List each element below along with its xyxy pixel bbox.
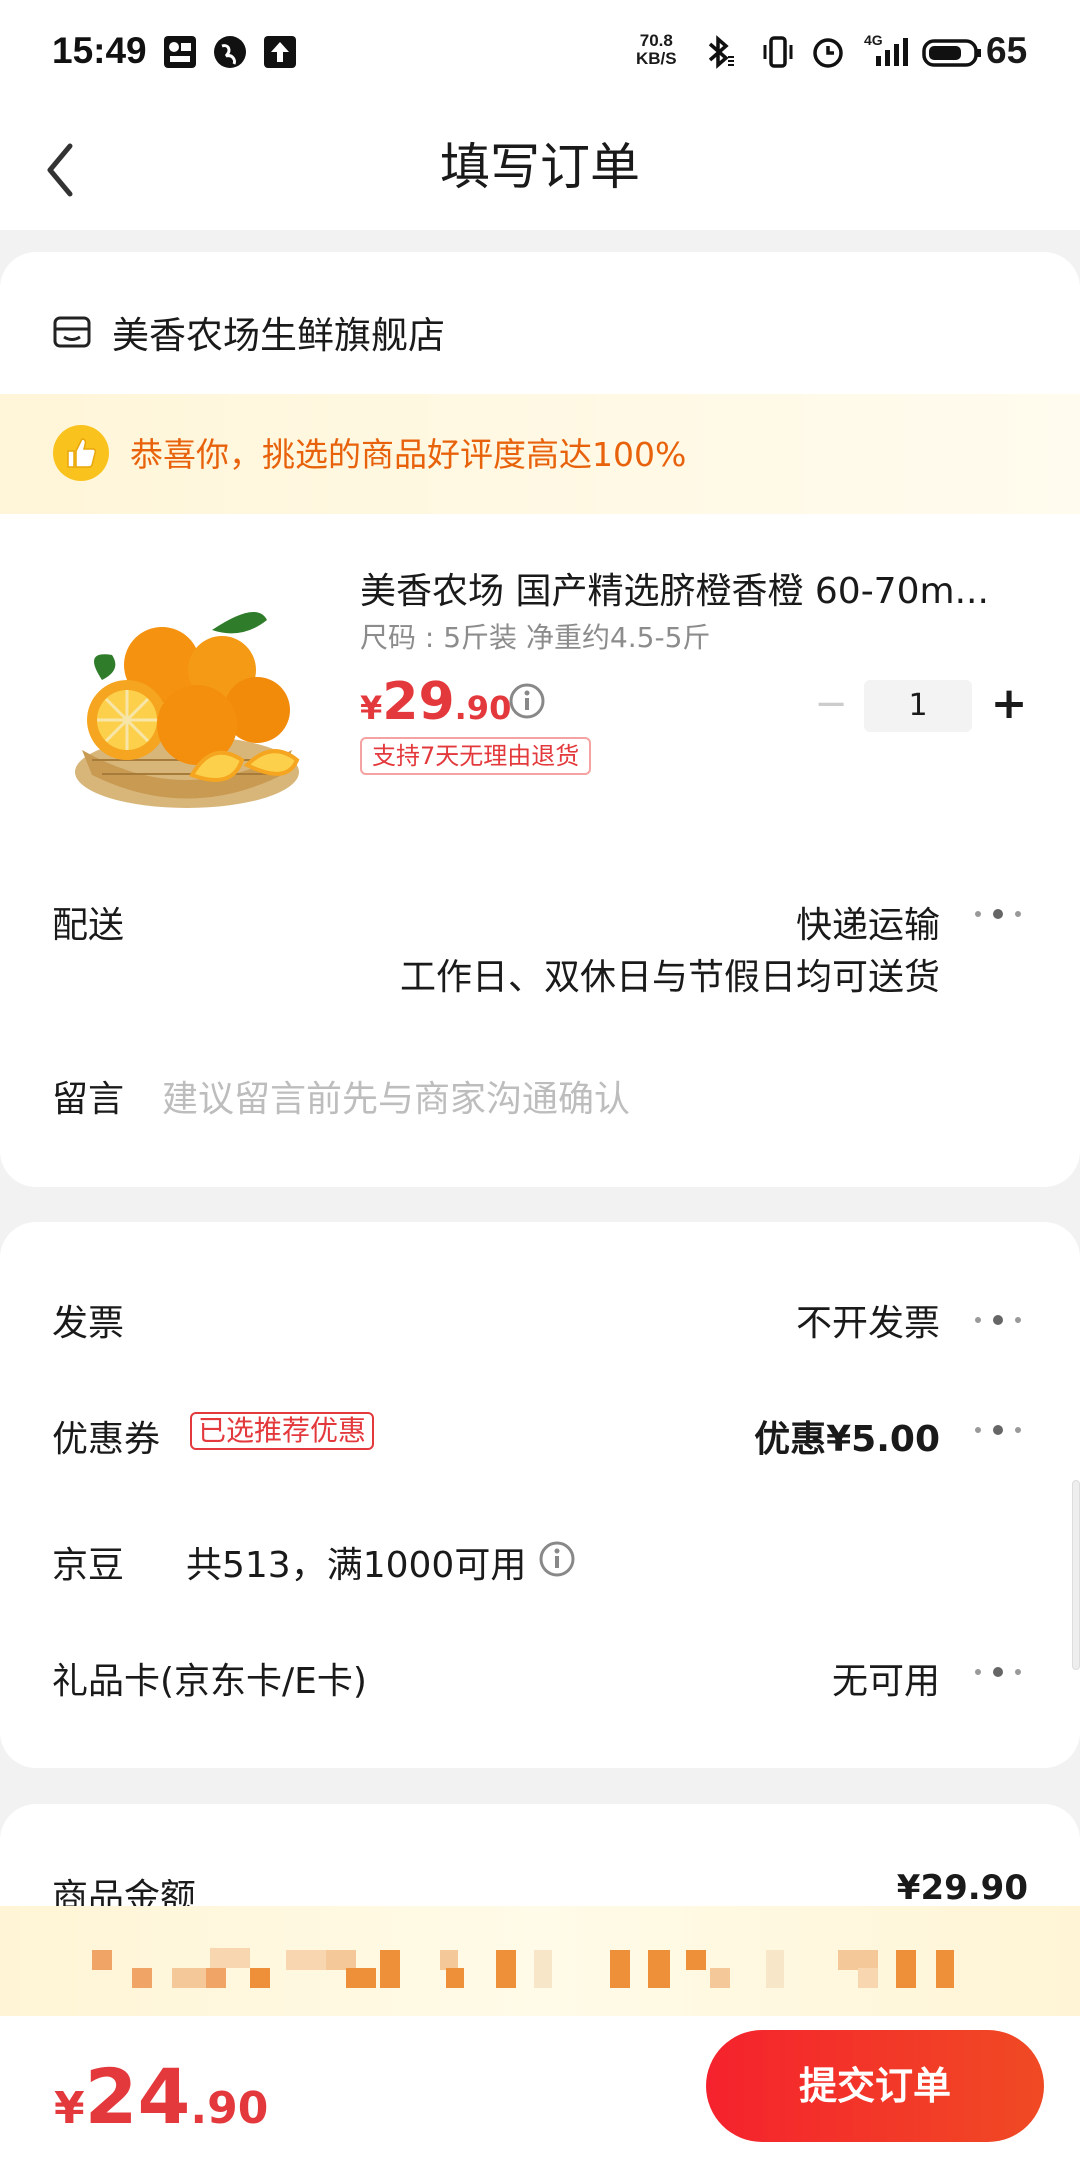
price-symbol: ¥ — [360, 689, 383, 727]
product-price: ¥ 29 .90 — [360, 672, 511, 732]
invoice-label: 发票 — [52, 1303, 125, 1344]
gift-card-value[interactable]: 无可用 — [832, 1652, 940, 1704]
quantity-input[interactable]: 1 — [864, 680, 972, 732]
battery-icon — [922, 39, 981, 67]
obscured-banner — [0, 1906, 1080, 2016]
invoice-more-icon[interactable] — [968, 1310, 1028, 1330]
coupon-value[interactable]: 优惠¥5.00 — [754, 1410, 940, 1462]
return-policy-tag: 支持7天无理由退货 — [360, 737, 592, 775]
upload-notification-icon — [264, 36, 296, 68]
quantity-decrease-button[interactable]: − — [808, 684, 854, 726]
product-title[interactable]: 美香农场 国产精选脐橙香橙 60-70m... — [360, 562, 1020, 614]
message-label: 留言 — [52, 1079, 125, 1120]
beans-info-icon[interactable] — [538, 1540, 576, 1578]
globe-notification-icon — [214, 36, 246, 68]
coupon-label: 优惠券 — [52, 1419, 161, 1460]
price-integer: 29 — [382, 672, 455, 732]
battery-level: 65 — [986, 30, 1028, 71]
promo-banner: 恭喜你，挑选的商品好评度高达100% — [0, 394, 1080, 514]
promo-text: 恭喜你，挑选的商品好评度高达100% — [130, 435, 687, 474]
store-name: 美香农场生鲜旗舰店 — [112, 314, 445, 357]
submit-order-button[interactable]: 提交订单 — [706, 2030, 1044, 2142]
checkout-bar: ¥ 24 .90 提交订单 — [0, 2016, 1080, 2160]
nav-bar: 填写订单 — [0, 110, 1080, 230]
thumbs-up-icon — [53, 425, 109, 481]
net-speed-value: 70.8 — [639, 31, 673, 50]
alarm-icon — [813, 38, 843, 68]
gift-card-label: 礼品卡(京东卡/E卡) — [52, 1661, 367, 1702]
coupon-selected-tag: 已选推荐优惠 — [190, 1412, 375, 1450]
delivery-value[interactable]: 快递运输 — [796, 896, 940, 948]
net-speed: 70.8 KB/S — [636, 32, 677, 68]
status-bar: 15:49 70.8 KB/S 4G 65 — [0, 0, 1080, 110]
invoice-value[interactable]: 不开发票 — [796, 1294, 940, 1346]
message-input[interactable]: 建议留言前先与商家沟通确认 — [162, 1070, 630, 1122]
gallery-notification-icon — [164, 36, 196, 68]
price-info-icon[interactable] — [508, 682, 546, 720]
bluetooth-icon — [708, 35, 734, 69]
store-icon — [53, 316, 91, 348]
summary-amount: ¥29.90 — [896, 1868, 1028, 1908]
delivery-schedule: 工作日、双休日与节假日均可送货 — [399, 957, 940, 998]
beans-detail: 共513，满1000可用 — [186, 1545, 527, 1586]
side-scroll-handle[interactable] — [1072, 1480, 1080, 1670]
quantity-increase-button[interactable]: + — [986, 678, 1032, 730]
delivery-more-icon[interactable] — [968, 904, 1028, 924]
price-decimal: .90 — [454, 689, 512, 727]
total-integer: 24 — [84, 2052, 191, 2141]
delivery-label: 配送 — [52, 905, 125, 946]
gift-card-more-icon[interactable] — [968, 1662, 1028, 1682]
product-spec[interactable]: 尺码 : 5斤装 净重约4.5-5斤 — [360, 616, 710, 656]
net-speed-unit: KB/S — [636, 49, 677, 68]
page-title: 填写订单 — [440, 138, 640, 196]
signal-icon — [876, 38, 908, 66]
coupon-more-icon[interactable] — [968, 1420, 1028, 1440]
total-decimal: .90 — [190, 2083, 269, 2134]
total-price: ¥ 24 .90 — [54, 2052, 268, 2141]
product-image[interactable] — [52, 560, 322, 830]
store-header[interactable]: 美香农场生鲜旗舰店 — [52, 302, 445, 362]
vibrate-icon — [763, 36, 793, 68]
beans-label: 京豆 — [52, 1545, 125, 1586]
status-time: 15:49 — [52, 30, 147, 71]
pixelated-mosaic — [92, 1948, 954, 1988]
total-symbol: ¥ — [54, 2083, 85, 2134]
